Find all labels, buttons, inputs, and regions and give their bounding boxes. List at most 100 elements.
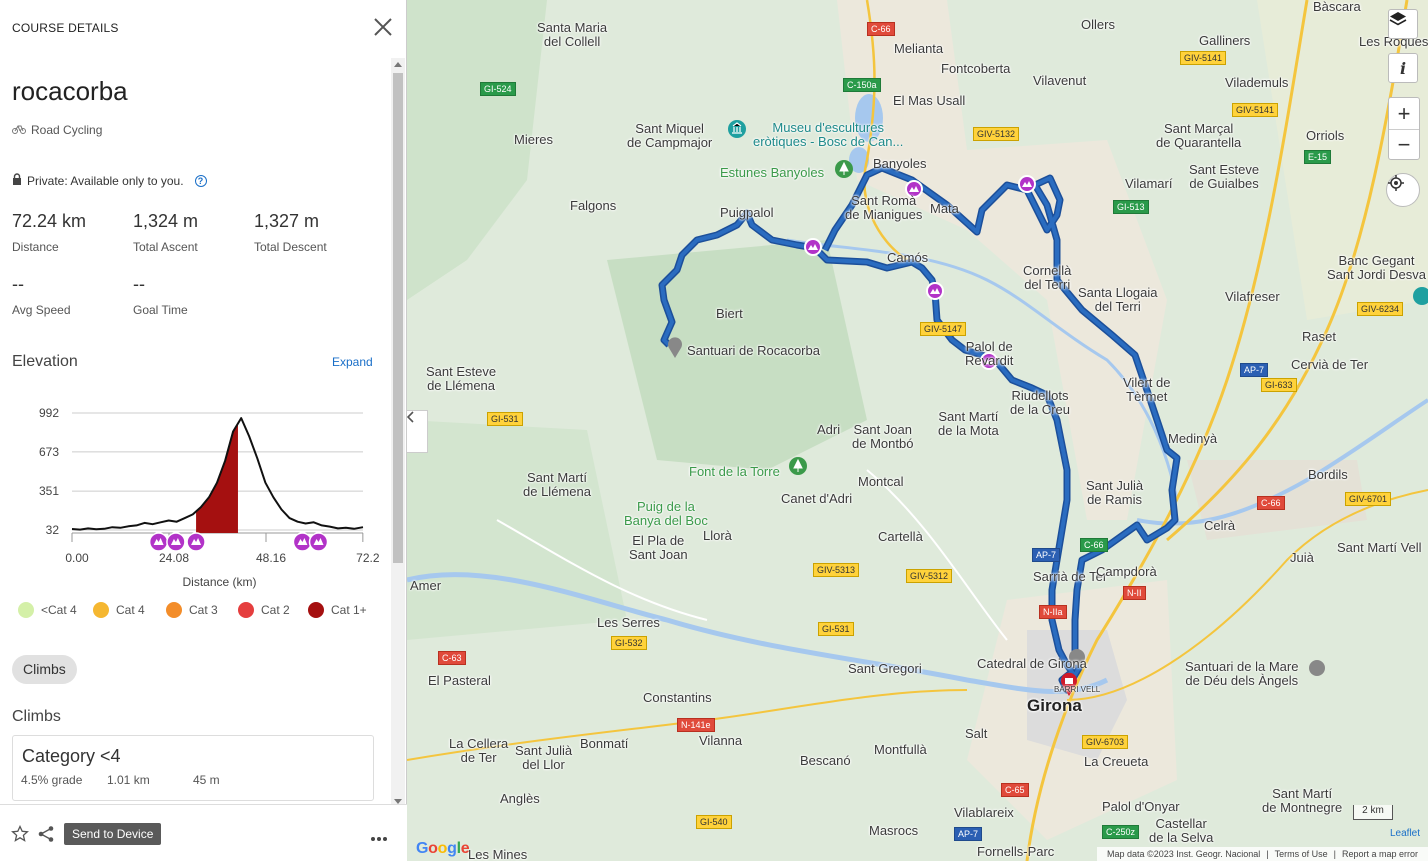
x-tick-label: 48.16: [256, 551, 286, 565]
place-label: Les Mines: [468, 847, 528, 861]
scrollbar-thumb[interactable]: [393, 73, 403, 563]
place-label: Bordils: [1308, 467, 1348, 482]
expand-chart-link[interactable]: Expand: [332, 355, 373, 369]
chevron-left-icon: [407, 411, 414, 423]
climb-marker[interactable]: [804, 238, 822, 256]
legend-dot: [166, 602, 182, 618]
place-label: El Pasteral: [428, 673, 491, 688]
place-label: Bàscara: [1313, 0, 1361, 14]
panel-scrollbar[interactable]: [391, 58, 405, 804]
place-label: Mieres: [514, 132, 554, 147]
place-label: Melianta: [894, 41, 944, 56]
y-tick-label: 673: [39, 445, 59, 459]
place-label: Orriols: [1306, 128, 1345, 143]
elevation-chart[interactable]: 992 673 351 32 0.00 24.08 48.16 72.2 Distance (k…: [0, 392, 391, 602]
x-tick-label: 0.00: [65, 551, 89, 565]
zoom-out-button[interactable]: −: [1389, 129, 1419, 160]
legend-dot: [93, 602, 109, 618]
legend-label: Cat 4: [116, 603, 145, 617]
send-to-device-button[interactable]: Send to Device: [64, 823, 162, 845]
stat-value: 1,327 m: [254, 211, 320, 231]
place-label: Santuari de la Mare de Déu dels Àngels: [1185, 659, 1299, 688]
place-label: Fornells-Parc: [977, 844, 1055, 859]
zoom-in-button[interactable]: +: [1389, 98, 1419, 129]
place-label: Sant Romà de Mianigues: [845, 193, 923, 222]
place-label-city: Girona: [1027, 696, 1082, 715]
star-icon[interactable]: [11, 824, 29, 848]
privacy-info: Private: Available only to you. ?: [12, 173, 207, 188]
place-label: Les Serres: [597, 615, 660, 630]
road-shield: GIV-5313: [813, 563, 860, 577]
road-shield: GI-524: [480, 82, 516, 96]
report-map-error-link[interactable]: Report a map error: [1342, 849, 1418, 859]
crosshair-icon: [1388, 175, 1404, 191]
place-label: Cornellà del Terri: [1023, 263, 1072, 292]
road-shield: GIV-5147: [920, 322, 967, 336]
road-shield: GI-513: [1113, 200, 1149, 214]
climb-card[interactable]: Category <4 4.5% grade 1.01 km 45 m: [12, 735, 374, 801]
place-label: Sant Gregori: [848, 661, 922, 676]
locate-button[interactable]: [1386, 173, 1420, 207]
map-view[interactable]: Santa Maria del Collell Melianta Ollers B…: [407, 0, 1428, 861]
x-axis-label: Distance (km): [182, 575, 256, 589]
climb-grade: 4.5% grade: [21, 773, 83, 787]
place-label: Cartellà: [878, 529, 923, 544]
elevation-title: Elevation: [12, 353, 78, 370]
place-label: Puig de la Banya del Boc: [624, 499, 708, 528]
stat-distance: 72.24 km Distance: [12, 211, 86, 254]
place-label: Constantins: [643, 690, 712, 705]
climb-marker[interactable]: [1018, 175, 1036, 193]
place-label: Adri: [817, 422, 841, 437]
place-label: Cervià de Ter: [1291, 357, 1369, 372]
terms-of-use-link[interactable]: Terms of Use: [1275, 849, 1328, 859]
course-details-panel: COURSE DETAILS rocacorba Road Cycling Pr…: [0, 0, 407, 861]
panel-scroll-area[interactable]: rocacorba Road Cycling Private: Availabl…: [0, 58, 391, 804]
climbs-filter-pill[interactable]: Climbs: [12, 655, 77, 684]
collapse-panel-button[interactable]: [407, 410, 428, 453]
layers-button[interactable]: [1388, 9, 1418, 39]
panel-header-title: COURSE DETAILS: [12, 21, 119, 35]
road-shield: GIV-6234: [1357, 302, 1404, 316]
legend-label: Cat 1+: [331, 603, 367, 617]
map-canvas[interactable]: [407, 0, 1428, 861]
place-label: Palol d'Onyar: [1102, 799, 1180, 814]
place-label: Montfullà: [874, 742, 927, 757]
place-label: Bescanó: [800, 753, 851, 768]
legend-label: <Cat 4: [41, 603, 77, 617]
place-label: Sant Martí de Montnegre: [1262, 786, 1343, 815]
help-icon[interactable]: ?: [194, 174, 207, 187]
leaflet-link[interactable]: Leaflet: [1390, 828, 1420, 839]
place-label: Vilamarí: [1125, 176, 1173, 191]
panel-footer: Send to Device: [0, 804, 407, 861]
activity-type-label: Road Cycling: [31, 123, 103, 137]
more-options-icon[interactable]: [370, 829, 388, 847]
y-tick-label: 351: [39, 484, 59, 498]
panel-header: COURSE DETAILS: [0, 0, 407, 56]
road-shield: GI-532: [611, 636, 647, 650]
place-label: Sant Miquel de Campmajor: [627, 121, 713, 150]
climb-distance: 1.01 km: [107, 773, 150, 787]
course-name: rocacorba: [12, 76, 128, 106]
tree-icon: [835, 160, 853, 178]
place-label: Sant Esteve de Llémena: [426, 364, 497, 393]
privacy-text: Private: Available only to you.: [27, 173, 184, 188]
scroll-up-arrow[interactable]: [394, 62, 402, 67]
road-shield: E-15: [1304, 150, 1332, 164]
stat-avg-speed: -- Avg Speed: [12, 274, 71, 317]
place-label: BARRI VELL: [1054, 685, 1101, 694]
close-icon[interactable]: [372, 16, 394, 38]
place-label: Montcal: [858, 474, 904, 489]
road-shield: C-150a: [843, 78, 881, 92]
road-shield: AP-7: [1032, 548, 1061, 562]
place-label: Biert: [716, 306, 743, 321]
info-button[interactable]: i: [1388, 53, 1418, 83]
place-label: Raset: [1302, 329, 1336, 344]
legend-dot: [308, 602, 324, 618]
road-shield: C-63: [438, 651, 466, 665]
share-icon[interactable]: [37, 825, 55, 848]
stat-total-ascent: 1,324 m Total Ascent: [133, 211, 198, 254]
place-label: Medinyà: [1168, 431, 1218, 446]
climb-marker[interactable]: [926, 282, 944, 300]
road-shield: N-141e: [677, 718, 715, 732]
road-shield: GI-540: [696, 815, 732, 829]
